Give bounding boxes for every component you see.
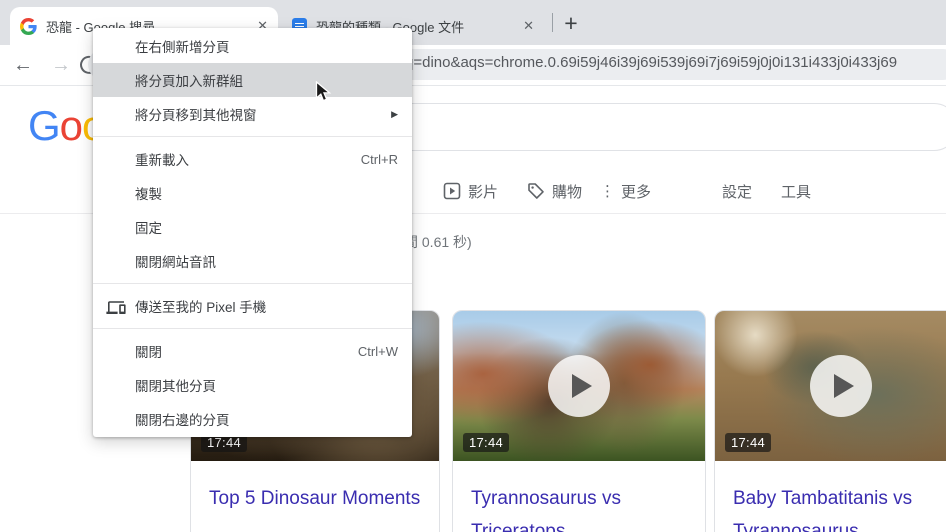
- logo-letter: o: [60, 102, 82, 149]
- menu-item-label: 關閉網站音訊: [135, 251, 216, 271]
- menu-item-move-tab-to-another-window[interactable]: 將分頁移到其他視窗 ▶: [93, 97, 412, 131]
- video-duration-badge: 17:44: [725, 433, 771, 452]
- play-icon[interactable]: [810, 355, 872, 417]
- tab-shopping[interactable]: 購物: [527, 179, 582, 203]
- menu-item-label: 重新載入: [135, 149, 189, 169]
- menu-separator: [93, 136, 412, 137]
- back-icon[interactable]: ←: [8, 50, 38, 80]
- tab-separator: [552, 13, 553, 32]
- menu-item-label: 在右側新增分頁: [135, 36, 230, 56]
- video-thumbnail[interactable]: 17:44: [453, 311, 705, 461]
- mouse-cursor: [315, 81, 332, 104]
- menu-item-label: 關閉其他分頁: [135, 375, 216, 395]
- video-thumbnail[interactable]: 17:44: [715, 311, 946, 461]
- menu-item-add-tab-to-new-group[interactable]: 將分頁加入新群組: [93, 63, 412, 97]
- tab-label: 影片: [468, 181, 498, 202]
- link-settings[interactable]: 設定: [722, 179, 752, 203]
- menu-item-close-other-tabs[interactable]: 關閉其他分頁: [93, 368, 412, 402]
- menu-item-reload[interactable]: 重新載入 Ctrl+R: [93, 142, 412, 176]
- tab-label: 設定: [722, 181, 752, 202]
- forward-icon: →: [46, 50, 76, 80]
- menu-item-close[interactable]: 關閉 Ctrl+W: [93, 334, 412, 368]
- menu-item-pin[interactable]: 固定: [93, 210, 412, 244]
- tab-label: 購物: [552, 181, 582, 202]
- menu-separator: [93, 328, 412, 329]
- tab-context-menu: 在右側新增分頁 將分頁加入新群組 將分頁移到其他視窗 ▶ 重新載入 Ctrl+R…: [93, 28, 412, 437]
- address-bar-url: q=dino&aqs=chrome.0.69i59j46i39j69i539j6…: [405, 54, 897, 71]
- menu-item-label: 關閉: [135, 341, 162, 361]
- submenu-arrow-icon: ▶: [391, 109, 398, 120]
- video-duration-badge: 17:44: [463, 433, 509, 452]
- menu-item-label: 將分頁移到其他視窗: [135, 104, 257, 124]
- browser-window: 恐龍 - Google 搜尋 ✕ 恐龍的種類 - Google 文件 ✕ + ←…: [0, 0, 946, 532]
- menu-item-label: 固定: [135, 217, 162, 237]
- menu-item-close-tabs-to-right[interactable]: 關閉右邊的分頁: [93, 402, 412, 436]
- menu-item-label: 關閉右邊的分頁: [135, 409, 230, 429]
- tab-close-icon[interactable]: ✕: [523, 18, 534, 34]
- results-stats: 間 0.61 秒): [404, 232, 472, 252]
- tab-videos[interactable]: 影片: [443, 179, 498, 203]
- logo-letter: G: [28, 102, 60, 149]
- video-icon: [443, 182, 461, 200]
- menu-item-new-tab-right[interactable]: 在右側新增分頁: [93, 29, 412, 63]
- menu-item-shortcut: Ctrl+R: [361, 152, 398, 167]
- video-title-link[interactable]: Tyrannosaurus vs Triceratops: [453, 461, 705, 532]
- tag-icon: [527, 182, 545, 200]
- devices-icon: [106, 298, 126, 314]
- tab-label: 更多: [621, 181, 651, 202]
- menu-item-send-to-pixel[interactable]: 傳送至我的 Pixel 手機: [93, 289, 412, 323]
- menu-item-label: 複製: [135, 183, 162, 203]
- video-title-link[interactable]: Baby Tambatitanis vs Tyrannosaurus: [715, 461, 946, 532]
- new-tab-button[interactable]: +: [556, 8, 586, 38]
- play-icon[interactable]: [548, 355, 610, 417]
- tab-more[interactable]: ⋮ 更多: [600, 179, 651, 203]
- menu-item-label: 傳送至我的 Pixel 手機: [135, 296, 266, 316]
- more-icon: ⋮: [600, 182, 614, 200]
- menu-item-mute-site[interactable]: 關閉網站音訊: [93, 244, 412, 278]
- video-card[interactable]: 17:44 Baby Tambatitanis vs Tyrannosaurus: [714, 310, 946, 532]
- link-tools[interactable]: 工具: [781, 179, 811, 203]
- video-card[interactable]: 17:44 Tyrannosaurus vs Triceratops: [452, 310, 706, 532]
- video-title-link[interactable]: Top 5 Dinosaur Moments: [191, 461, 439, 515]
- menu-separator: [93, 283, 412, 284]
- menu-item-label: 將分頁加入新群組: [135, 70, 243, 90]
- menu-item-duplicate[interactable]: 複製: [93, 176, 412, 210]
- menu-item-shortcut: Ctrl+W: [358, 344, 398, 359]
- google-g-favicon: [20, 18, 37, 35]
- tab-label: 工具: [781, 181, 811, 202]
